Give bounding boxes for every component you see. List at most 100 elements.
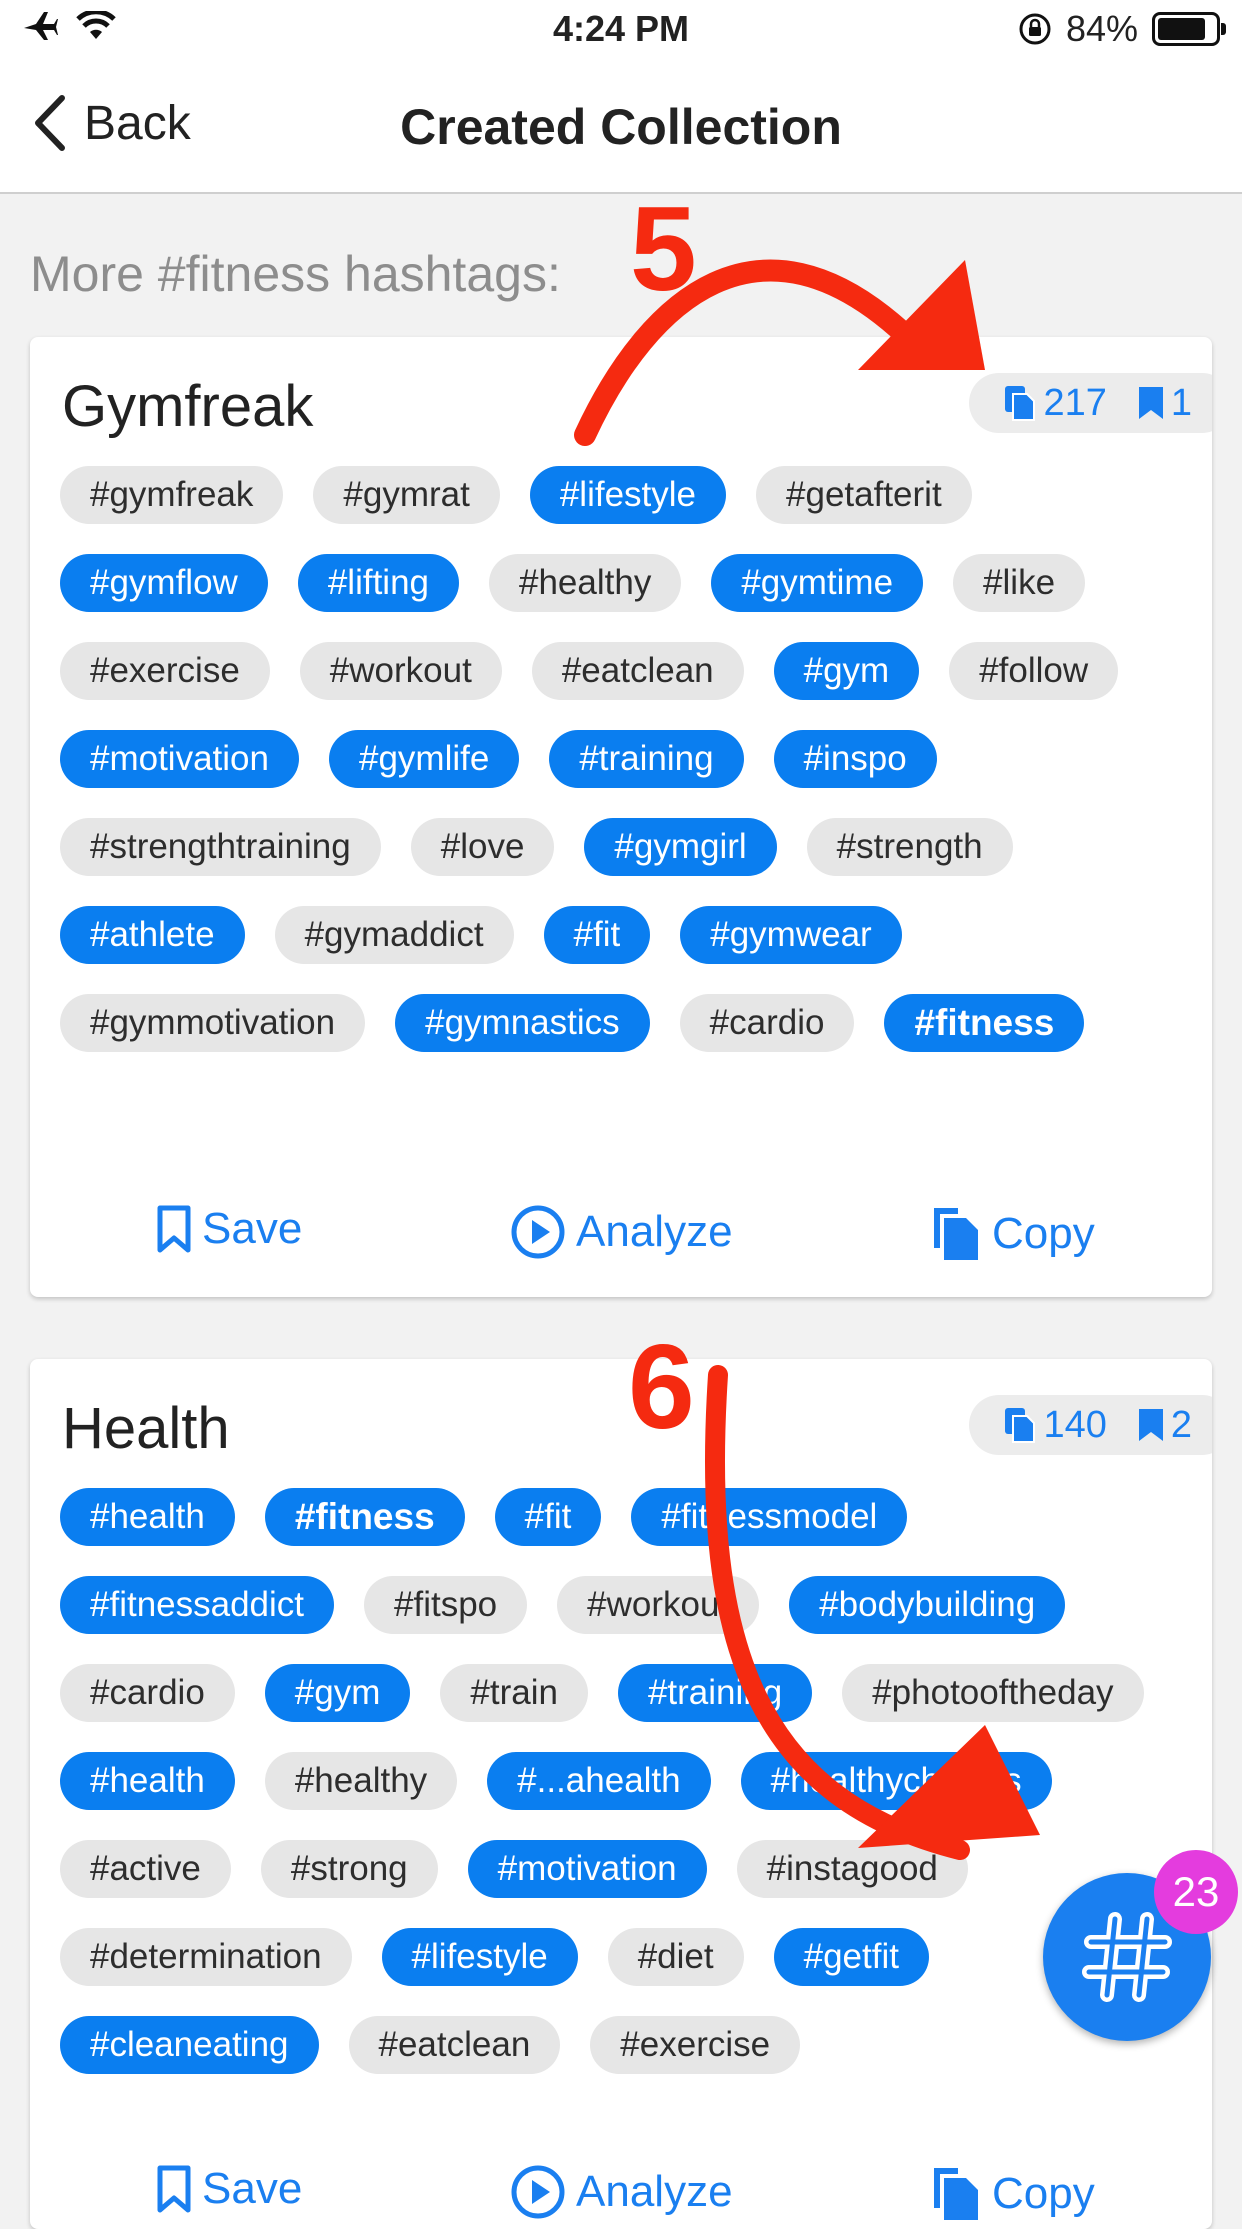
copy-label: Copy (992, 2169, 1095, 2218)
save-button[interactable]: Save (156, 2164, 302, 2214)
play-circle-icon (511, 1205, 565, 1259)
hashtag-chip[interactable]: #train (440, 1664, 588, 1722)
card-actions: Save Analyze Copy (30, 2164, 1212, 2229)
hashtag-chip[interactable]: #training (549, 730, 744, 788)
analyze-button[interactable]: Analyze (510, 2164, 733, 2220)
hashtag-chip[interactable]: #health (60, 1752, 235, 1810)
card-actions: Save Analyze Copy (30, 1204, 1212, 1284)
page-title: Created Collection (400, 99, 842, 155)
hashtag-chip[interactable]: #...ahealth (487, 1752, 711, 1810)
hashtag-chip[interactable]: #lifting (297, 554, 459, 612)
hashtag-chip[interactable]: #determination (60, 1928, 352, 1986)
copy-icon (934, 1208, 978, 1260)
hashtag-chip[interactable]: #motivation (467, 1840, 707, 1898)
hashtag-chip[interactable]: #active (60, 1840, 231, 1898)
hashtag-chip[interactable]: #training (617, 1664, 813, 1722)
bookmark-outline-icon (157, 1205, 191, 1253)
hashtag-chip[interactable]: #athlete (60, 906, 245, 964)
hashtag-chip[interactable]: #gymrat (313, 466, 500, 524)
hashtag-chip[interactable]: #inspo (773, 730, 937, 788)
annotation-step-6: 6 (628, 1320, 695, 1454)
copy-button[interactable]: Copy (930, 2164, 1095, 2224)
hashtag-list: #gymfreak #gymrat #lifestyle #getafterit #gy… (60, 466, 1190, 1052)
hashtag-chip[interactable]: #fitnessmodel (631, 1488, 908, 1546)
hashtag-chip[interactable]: #healthy (489, 554, 682, 612)
collection-title: Health (62, 1396, 230, 1461)
save-count-value: 2 (1170, 1403, 1192, 1446)
save-count: 1 (1137, 382, 1192, 425)
hashtag-chip[interactable]: #workout (557, 1576, 760, 1634)
hashtag-chip[interactable]: #fitspo (364, 1576, 528, 1634)
hashtag-chip[interactable]: #healthychoices (740, 1752, 1052, 1810)
hashtag-chip[interactable]: #gymfreak (60, 466, 284, 524)
hashtag-chip[interactable]: #gymflow (60, 554, 268, 612)
copy-button[interactable]: Copy (930, 1204, 1095, 1264)
bookmark-outline-icon (157, 2165, 191, 2213)
hashtag-chip[interactable]: #exercise (590, 2016, 801, 2074)
rotation-lock-icon (1019, 13, 1051, 45)
status-bar: 4:24 PM 84% (0, 0, 1242, 62)
hashtag-chip[interactable]: #fitness (884, 994, 1085, 1052)
analyze-button[interactable]: Analyze (510, 1204, 733, 1260)
hashtag-chip[interactable]: #instagood (736, 1840, 968, 1898)
hashtag-chip[interactable]: #gym (773, 642, 920, 700)
collection-stats: 140 2 (969, 1395, 1212, 1455)
hashtag-chip[interactable]: #like (953, 554, 1086, 612)
copy-count: 140 (1003, 1403, 1107, 1447)
hashtag-chip[interactable]: #gymaddict (274, 906, 514, 964)
hashtag-chip[interactable]: #follow (949, 642, 1119, 700)
copy-label: Copy (992, 1209, 1095, 1258)
save-button[interactable]: Save (156, 1204, 302, 1254)
hashtag-chip[interactable]: #fit (494, 1488, 602, 1546)
fab-badge: 23 (1154, 1850, 1238, 1934)
hashtag-chip[interactable]: #strengthtraining (60, 818, 381, 876)
collection-stats: 217 1 (969, 373, 1212, 433)
hashtag-chip[interactable]: #lifestyle (381, 1928, 578, 1986)
hashtag-chip[interactable]: #gymlife (328, 730, 520, 788)
hashtag-chip[interactable]: #lifestyle (529, 466, 727, 524)
hashtag-chip[interactable]: #cardio (679, 994, 855, 1052)
save-label: Save (202, 1204, 303, 1253)
hashtag-chip[interactable]: #gymmotivation (60, 994, 366, 1052)
save-count-value: 1 (1170, 381, 1192, 424)
hashtag-chip[interactable]: #eatclean (348, 2016, 561, 2074)
bookmark-count-icon (1138, 1409, 1163, 1441)
hashtag-chip[interactable]: #cleaneating (60, 2016, 319, 2074)
hashtag-chip[interactable]: #gym (264, 1664, 411, 1722)
hashtag-chip[interactable]: #motivation (60, 730, 299, 788)
hashtag-chip[interactable]: #bodybuilding (789, 1576, 1066, 1634)
save-label: Save (202, 2164, 303, 2213)
hashtag-chip[interactable]: #gymnastics (395, 994, 650, 1052)
hashtag-chip[interactable]: #diet (607, 1928, 744, 1986)
hashtag-chip[interactable]: #gymtime (711, 554, 924, 612)
section-heading: More #fitness hashtags: (30, 246, 561, 302)
battery-icon (1152, 12, 1226, 46)
analyze-label: Analyze (576, 2167, 733, 2216)
hashtag-chip[interactable]: #cardio (60, 1664, 235, 1722)
hashtag-chip[interactable]: #getafterit (756, 466, 972, 524)
copy-count-value: 140 (1043, 1403, 1107, 1446)
hashtag-chip[interactable]: #eatclean (531, 642, 744, 700)
hashtag-chip[interactable]: #gymwear (680, 906, 902, 964)
hashtag-chip[interactable]: #exercise (60, 642, 270, 700)
hashtag-chip[interactable]: #gymgirl (584, 818, 777, 876)
analyze-label: Analyze (576, 1207, 733, 1256)
bookmark-count-icon (1138, 387, 1163, 419)
collection-card-health: Health 140 2 #health #fitness #fit #fitness… (30, 1359, 1212, 2229)
hashtag-chip[interactable]: #fitnessaddict (60, 1576, 335, 1634)
hashtag-chip[interactable]: #health (60, 1488, 235, 1546)
hashtag-chip[interactable]: #workout (299, 642, 502, 700)
annotation-step-5: 5 (630, 182, 697, 316)
hashtag-chip[interactable]: #healthy (264, 1752, 458, 1810)
hashtag-chip[interactable]: #strength (806, 818, 1013, 876)
hashtag-chip[interactable]: #getfit (773, 1928, 929, 1986)
battery-percent: 84% (1065, 8, 1138, 49)
hashtag-chip[interactable]: #fit (543, 906, 651, 964)
copy-icon (934, 2168, 978, 2220)
play-circle-icon (511, 2165, 565, 2219)
hashtag-chip[interactable]: #love (410, 818, 555, 876)
hashtag-chip[interactable]: #strong (260, 1840, 438, 1898)
save-count: 2 (1137, 1404, 1192, 1447)
hashtag-chip[interactable]: #photooftheday (842, 1664, 1144, 1722)
hashtag-chip[interactable]: #fitness (264, 1488, 465, 1546)
